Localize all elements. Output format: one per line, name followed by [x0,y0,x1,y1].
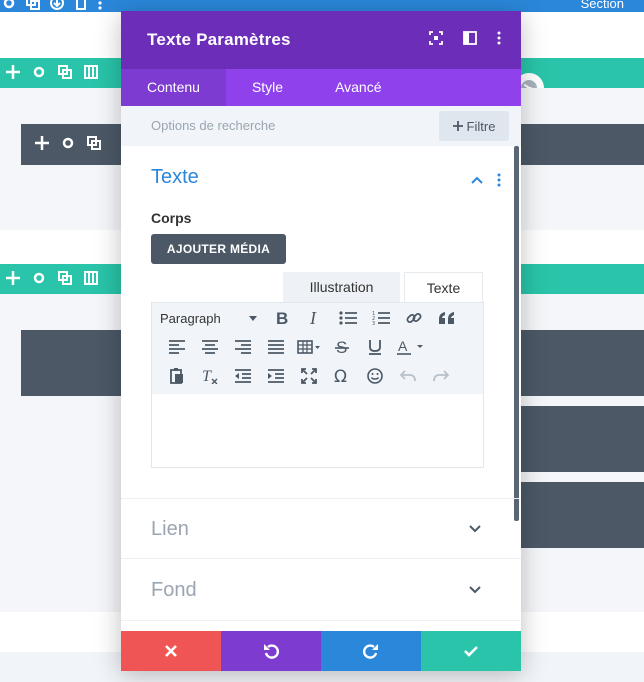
editor-tab-illustration[interactable]: Illustration [283,272,400,302]
save-button[interactable] [421,631,521,671]
more-icon[interactable] [98,0,102,10]
editor-tab-texte[interactable]: Texte [404,272,483,302]
search-bar: Options de recherche Filtre [121,106,521,146]
align-justify-icon[interactable] [259,334,292,360]
underline-icon[interactable] [358,334,391,360]
settings-icon[interactable] [32,65,46,79]
plus-icon [452,121,463,131]
tab-avance[interactable]: Avancé [309,69,407,106]
section-title-lien[interactable]: Lien [151,518,189,541]
duplicate-icon[interactable] [26,0,40,10]
discard-button[interactable] [121,631,221,671]
modal-footer [121,631,521,671]
section-divider [121,498,521,499]
fullscreen-icon[interactable] [292,363,325,389]
undo-button[interactable] [221,631,321,671]
scrollbar[interactable] [514,146,519,521]
align-right-icon[interactable] [226,334,259,360]
modal-title: Texte Paramètres [147,30,291,49]
sidebar-icon[interactable] [463,31,477,45]
outdent-icon[interactable] [226,363,259,389]
settings-modal: Texte Paramètres Contenu Style Avancé Op… [121,11,521,671]
align-center-icon[interactable] [193,334,226,360]
move-icon[interactable] [6,271,20,285]
align-left-icon[interactable] [160,334,193,360]
redo-icon[interactable] [424,363,457,389]
redo-button[interactable] [321,631,421,671]
columns-icon[interactable] [84,271,98,285]
settings-tabs: Contenu Style Avancé [121,69,521,106]
tab-contenu[interactable]: Contenu [121,69,226,106]
move-icon[interactable] [35,136,49,150]
module-block [520,482,644,548]
svg-text:T: T [202,368,212,384]
more-vertical-icon[interactable] [497,31,501,45]
paragraph-select[interactable]: Paragraph [160,311,265,326]
section-title-fond[interactable]: Fond [151,579,197,602]
undo-icon [263,643,279,659]
chevron-down-icon[interactable] [469,586,481,594]
add-media-button[interactable]: AJOUTER MÉDIA [151,234,286,264]
redo-icon [363,643,379,659]
module-block [520,406,644,472]
svg-text:I: I [309,310,317,326]
editor-toolbar: Paragraph B I 123 S A T Ω [152,303,483,394]
fullscreen-icon[interactable] [429,31,443,45]
strikethrough-icon[interactable]: S [325,334,358,360]
undo-icon[interactable] [391,363,424,389]
close-icon [165,645,177,657]
link-icon[interactable] [397,305,430,331]
search-input[interactable]: Options de recherche [151,118,275,133]
special-character-icon[interactable]: Ω [325,363,358,389]
numbered-list-icon[interactable]: 123 [364,305,397,331]
delete-icon[interactable] [74,0,88,10]
table-icon[interactable] [292,334,325,360]
modal-header[interactable]: Texte Paramètres [121,11,521,69]
italic-icon[interactable]: I [298,305,331,331]
settings-icon[interactable] [32,271,46,285]
chevron-down-icon[interactable] [469,525,481,533]
more-vertical-icon[interactable] [497,173,501,187]
section-divider [121,558,521,559]
section-divider [121,620,521,621]
svg-text:A: A [398,339,408,354]
body-field-label: Corps [151,210,192,226]
duplicate-icon[interactable] [87,136,101,150]
columns-icon[interactable] [84,65,98,79]
duplicate-icon[interactable] [58,271,72,285]
text-color-icon[interactable]: A [391,334,431,360]
rich-text-editor: Paragraph B I 123 S A T Ω [151,302,484,468]
section-title-texte[interactable]: Texte [151,166,199,189]
save-icon[interactable] [50,0,64,10]
settings-icon[interactable] [61,136,75,150]
chevron-up-icon[interactable] [471,176,483,184]
filter-button[interactable]: Filtre [439,111,509,141]
duplicate-icon[interactable] [58,65,72,79]
svg-text:S: S [336,339,347,355]
bold-icon[interactable]: B [265,305,298,331]
paste-icon[interactable] [160,363,193,389]
settings-icon[interactable] [2,0,16,10]
filter-label: Filtre [466,118,496,134]
section-label: Section [580,0,624,11]
bullet-list-icon[interactable] [331,305,364,331]
svg-text:Ω: Ω [334,368,347,384]
caret-down-icon [249,315,257,321]
tab-style[interactable]: Style [226,69,309,106]
editor-content-area[interactable] [152,394,483,467]
save-check-icon [464,645,478,657]
blockquote-icon[interactable] [430,305,463,331]
svg-text:B: B [276,310,288,326]
svg-text:3: 3 [372,321,375,325]
clear-format-icon[interactable]: T [193,363,226,389]
indent-icon[interactable] [259,363,292,389]
emoji-icon[interactable] [358,363,391,389]
move-icon[interactable] [6,65,20,79]
paragraph-select-value: Paragraph [160,310,221,326]
